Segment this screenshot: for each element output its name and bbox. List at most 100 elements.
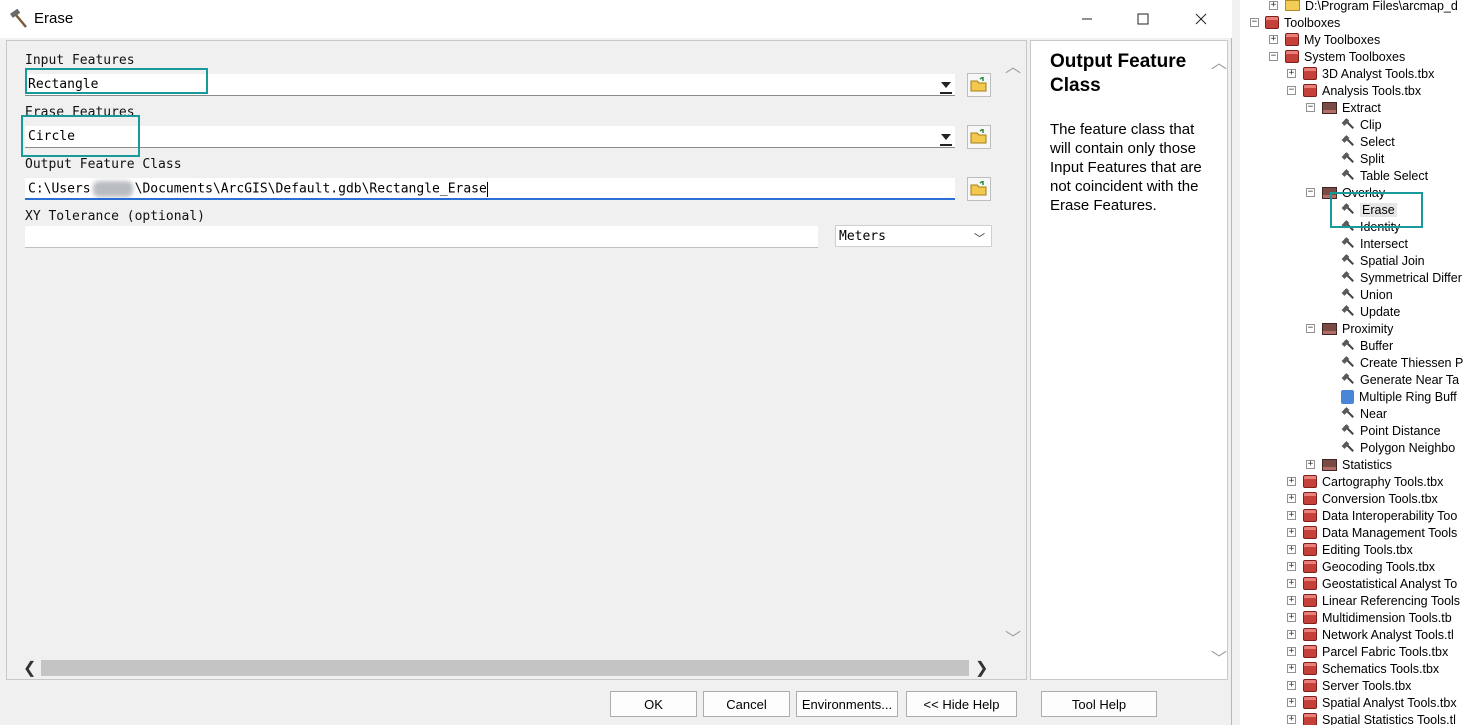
tree-item[interactable]: Cartography Tools.tbx <box>1303 473 1443 490</box>
expand-icon[interactable]: + <box>1269 35 1278 44</box>
scroll-right-icon[interactable]: ❯ <box>975 658 988 678</box>
help-body: The feature class that will contain only… <box>1050 121 1202 214</box>
tree-item-label: Geocoding Tools.tbx <box>1322 559 1436 574</box>
browse-output-button[interactable] <box>967 177 991 201</box>
tree-item-label: Select <box>1360 134 1395 149</box>
tree-item[interactable]: Intersect <box>1341 235 1408 252</box>
collapse-icon[interactable]: − <box>1306 188 1315 197</box>
horizontal-scrollbar[interactable]: ❮ ❯ <box>21 657 991 679</box>
tree-item[interactable]: Clip <box>1341 116 1382 133</box>
expand-icon[interactable]: + <box>1287 69 1296 78</box>
tree-item[interactable]: Generate Near Ta <box>1341 371 1459 388</box>
expand-icon[interactable]: + <box>1287 579 1296 588</box>
collapse-icon[interactable]: − <box>1287 86 1296 95</box>
scroll-down-icon[interactable]: ﹀ <box>1005 625 1021 649</box>
tree-item[interactable]: D:\Program Files\arcmap_d <box>1285 0 1458 14</box>
tool-help-button[interactable]: Tool Help <box>1041 691 1157 717</box>
cancel-button[interactable]: Cancel <box>703 691 790 717</box>
tree-item[interactable]: Analysis Tools.tbx <box>1303 82 1421 99</box>
tree-item[interactable]: 3D Analyst Tools.tbx <box>1303 65 1434 82</box>
expand-icon[interactable]: + <box>1287 715 1296 724</box>
tree-item[interactable]: Extract <box>1322 99 1381 116</box>
expand-icon[interactable]: + <box>1287 664 1296 673</box>
tree-item[interactable]: Network Analyst Tools.tl <box>1303 626 1454 643</box>
collapse-icon[interactable]: − <box>1269 52 1278 61</box>
collapse-icon[interactable]: − <box>1306 324 1315 333</box>
tool-icon <box>1341 135 1355 149</box>
tree-item[interactable]: Linear Referencing Tools <box>1303 592 1460 609</box>
tree-item[interactable]: Statistics <box>1322 456 1392 473</box>
title-bar[interactable]: Erase <box>0 0 1232 38</box>
close-button[interactable] <box>1178 0 1224 38</box>
tree-item[interactable]: Spatial Analyst Tools.tbx <box>1303 694 1457 711</box>
tree-item[interactable]: Geocoding Tools.tbx <box>1303 558 1435 575</box>
chevron-down-icon[interactable] <box>939 77 953 94</box>
units-select[interactable]: Meters ﹀ <box>835 225 992 247</box>
tree-item[interactable]: Spatial Join <box>1341 252 1425 269</box>
tree-item[interactable]: Symmetrical Differ <box>1341 269 1462 286</box>
scroll-up-icon[interactable]: ︿ <box>1211 49 1227 73</box>
scroll-down-icon[interactable]: ﹀ <box>1211 645 1227 669</box>
scroll-up-icon[interactable]: ︿ <box>1005 53 1021 77</box>
tree-item[interactable]: Update <box>1341 303 1400 320</box>
tree-item[interactable]: Multidimension Tools.tb <box>1303 609 1452 626</box>
tree-item[interactable]: Editing Tools.tbx <box>1303 541 1413 558</box>
expand-icon[interactable]: + <box>1287 528 1296 537</box>
tree-item[interactable]: Spatial Statistics Tools.tl <box>1303 711 1456 725</box>
output-path-suffix: \Documents\ArcGIS\Default.gdb\Rectangle_… <box>134 181 487 197</box>
expand-icon[interactable]: + <box>1287 681 1296 690</box>
environments-button[interactable]: Environments... <box>796 691 898 717</box>
expand-icon[interactable]: + <box>1306 460 1315 469</box>
tree-item[interactable]: Point Distance <box>1341 422 1441 439</box>
tree-item[interactable]: Conversion Tools.tbx <box>1303 490 1438 507</box>
scrollbar-thumb[interactable] <box>41 660 969 676</box>
expand-icon[interactable]: + <box>1287 511 1296 520</box>
expand-icon[interactable]: + <box>1287 647 1296 656</box>
tree-item[interactable]: Multiple Ring Buff <box>1341 388 1457 405</box>
tree-item[interactable]: Data Interoperability Too <box>1303 507 1457 524</box>
toolbox-icon <box>1303 543 1317 556</box>
tree-item[interactable]: Split <box>1341 150 1384 167</box>
open-folder-icon <box>970 77 987 92</box>
ok-button[interactable]: OK <box>610 691 697 717</box>
tree-item[interactable]: Schematics Tools.tbx <box>1303 660 1439 677</box>
tree-item[interactable]: Union <box>1341 286 1393 303</box>
tree-item[interactable]: Toolboxes <box>1265 14 1340 31</box>
hide-help-button[interactable]: << Hide Help <box>906 691 1017 717</box>
collapse-icon[interactable]: − <box>1306 103 1315 112</box>
tree-item[interactable]: My Toolboxes <box>1285 31 1380 48</box>
scroll-left-icon[interactable]: ❮ <box>23 658 36 678</box>
minimize-button[interactable] <box>1064 0 1110 38</box>
tree-item[interactable]: Proximity <box>1322 320 1393 337</box>
parameters-panel: Input Features Rectangle Erase Features … <box>6 40 1027 680</box>
expand-icon[interactable]: + <box>1287 545 1296 554</box>
xy-tolerance-input[interactable] <box>25 226 818 248</box>
expand-icon[interactable]: + <box>1287 630 1296 639</box>
tree-item-label: Server Tools.tbx <box>1322 678 1412 693</box>
expand-icon[interactable]: + <box>1287 596 1296 605</box>
output-feature-class-input[interactable]: C:\Users \Documents\ArcGIS\Default.gdb\Re… <box>25 178 955 200</box>
tree-item[interactable]: System Toolboxes <box>1285 48 1405 65</box>
erase-features-combo[interactable]: Circle <box>25 126 955 148</box>
browse-erase-button[interactable] <box>967 125 991 149</box>
tree-item[interactable]: Buffer <box>1341 337 1393 354</box>
chevron-down-icon[interactable] <box>939 129 953 146</box>
tree-item[interactable]: Server Tools.tbx <box>1303 677 1411 694</box>
browse-input-button[interactable] <box>967 73 991 97</box>
maximize-button[interactable] <box>1120 0 1166 38</box>
expand-icon[interactable]: + <box>1269 1 1278 10</box>
expand-icon[interactable]: + <box>1287 477 1296 486</box>
tree-item[interactable]: Polygon Neighbo <box>1341 439 1455 456</box>
tree-item[interactable]: Data Management Tools <box>1303 524 1457 541</box>
expand-icon[interactable]: + <box>1287 698 1296 707</box>
expand-icon[interactable]: + <box>1287 613 1296 622</box>
expand-icon[interactable]: + <box>1287 494 1296 503</box>
tree-item[interactable]: Geostatistical Analyst To <box>1303 575 1457 592</box>
expand-icon[interactable]: + <box>1287 562 1296 571</box>
tree-item[interactable]: Table Select <box>1341 167 1428 184</box>
tree-item[interactable]: Select <box>1341 133 1395 150</box>
tree-item[interactable]: Parcel Fabric Tools.tbx <box>1303 643 1448 660</box>
tree-item[interactable]: Create Thiessen P <box>1341 354 1463 371</box>
collapse-icon[interactable]: − <box>1250 18 1259 27</box>
tree-item[interactable]: Near <box>1341 405 1387 422</box>
